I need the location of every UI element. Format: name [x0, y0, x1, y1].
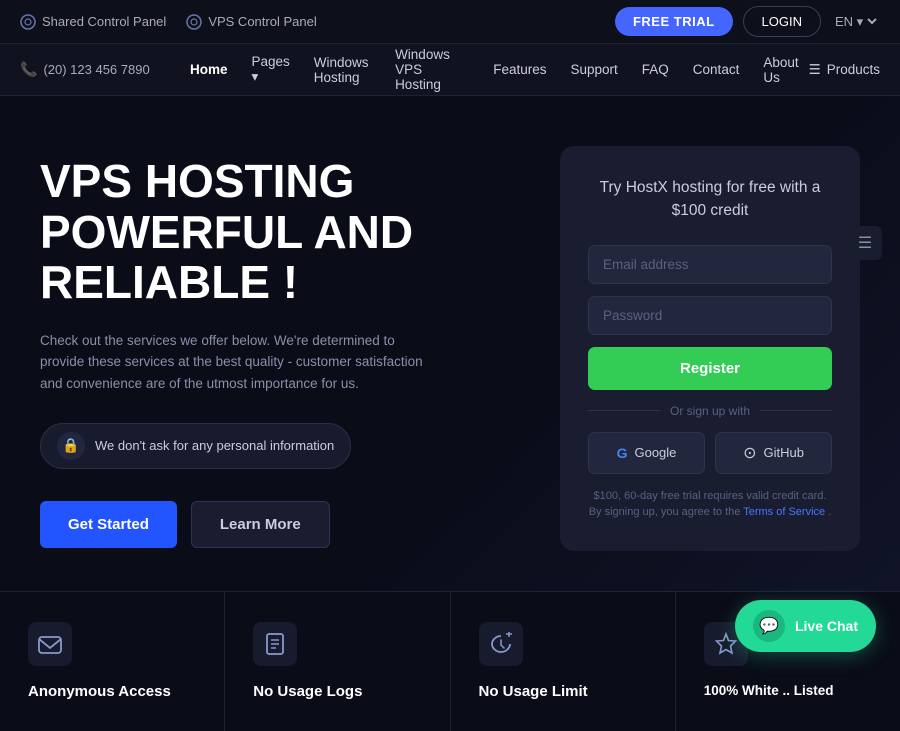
- shared-control-panel-link[interactable]: Shared Control Panel: [20, 14, 166, 30]
- hamburger-icon: ☰: [809, 62, 821, 78]
- free-trial-button[interactable]: FREE TRIAL: [615, 7, 733, 36]
- vps-control-panel-link[interactable]: VPS Control Panel: [186, 14, 316, 30]
- divider-text: Or sign up with: [670, 404, 750, 418]
- email-input[interactable]: [588, 245, 832, 284]
- anonymous-title: Anonymous Access: [28, 682, 196, 702]
- hero-left: VPS HOSTING POWERFUL AND RELIABLE ! Chec…: [40, 156, 560, 548]
- feature-no-limit: No Usage Limit: [451, 592, 676, 731]
- menu-dots-icon: ☰: [858, 233, 872, 253]
- hero-buttons: Get Started Learn More: [40, 501, 530, 548]
- sidebar-toggle[interactable]: ☰: [848, 226, 882, 260]
- nav-features[interactable]: Features: [483, 54, 556, 85]
- nav-contact[interactable]: Contact: [683, 54, 750, 85]
- nav-about-us[interactable]: About Us: [753, 47, 808, 93]
- vps-panel-icon: [186, 14, 202, 30]
- nav-windows-hosting[interactable]: Windows Hosting: [304, 47, 381, 93]
- login-button[interactable]: LOGIN: [743, 6, 821, 37]
- panel-links: Shared Control Panel VPS Control Panel: [20, 14, 317, 30]
- hero-title-line3: RELIABLE !: [40, 257, 530, 308]
- feature-no-logs: No Usage Logs: [225, 592, 450, 731]
- form-card-title: Try HostX hosting for free with a $100 c…: [588, 176, 832, 223]
- no-logs-icon: [253, 622, 297, 666]
- hero-section: VPS HOSTING POWERFUL AND RELIABLE ! Chec…: [0, 96, 900, 591]
- github-icon: ⊙: [743, 443, 756, 463]
- top-bar-actions: FREE TRIAL LOGIN EN ▾: [615, 6, 880, 37]
- shared-panel-label: Shared Control Panel: [42, 14, 166, 29]
- form-disclaimer: $100, 60-day free trial requires valid c…: [588, 488, 832, 521]
- no-limit-title: No Usage Limit: [479, 682, 647, 702]
- hero-title-line1: VPS HOSTING: [40, 156, 530, 207]
- github-signup-button[interactable]: ⊙ GitHub: [715, 432, 832, 474]
- tos-link[interactable]: Terms of Service: [743, 506, 825, 518]
- hero-description: Check out the services we offer below. W…: [40, 330, 440, 395]
- no-logs-title: No Usage Logs: [253, 682, 421, 702]
- password-input[interactable]: [588, 296, 832, 335]
- register-button[interactable]: Register: [588, 347, 832, 390]
- shared-panel-icon: [20, 14, 36, 30]
- hero-badge: 🔒 We don't ask for any personal informat…: [40, 423, 351, 469]
- nav-pages[interactable]: Pages ▾: [242, 46, 300, 93]
- live-chat-icon: 💬: [753, 610, 785, 642]
- white-listed-title: 100% White .. Listed: [704, 682, 872, 700]
- shield-icon: 🔒: [57, 432, 85, 460]
- nav-faq[interactable]: FAQ: [632, 54, 679, 85]
- google-signup-button[interactable]: G Google: [588, 432, 705, 474]
- nav-products[interactable]: ☰ Products: [809, 62, 880, 78]
- phone-icon: 📞: [20, 61, 37, 78]
- no-limit-icon: [479, 622, 523, 666]
- phone-text: (20) 123 456 7890: [43, 62, 149, 77]
- hero-title-line2: POWERFUL AND: [40, 207, 530, 258]
- anonymous-icon: [28, 622, 72, 666]
- google-label: Google: [634, 445, 676, 460]
- live-chat-label: Live Chat: [795, 618, 858, 634]
- learn-more-button[interactable]: Learn More: [191, 501, 330, 548]
- signup-divider: Or sign up with: [588, 404, 832, 418]
- google-icon: G: [617, 445, 628, 461]
- nav-support[interactable]: Support: [560, 54, 627, 85]
- nav-home[interactable]: Home: [180, 54, 238, 85]
- hero-badge-text: We don't ask for any personal informatio…: [95, 438, 334, 453]
- products-label: Products: [827, 62, 880, 77]
- social-buttons: G Google ⊙ GitHub: [588, 432, 832, 474]
- navbar: 📞 (20) 123 456 7890 Home Pages ▾ Windows…: [0, 44, 900, 96]
- top-bar: Shared Control Panel VPS Control Panel F…: [0, 0, 900, 44]
- nav-windows-vps-hosting[interactable]: Windows VPS Hosting: [385, 39, 479, 100]
- vps-panel-label: VPS Control Panel: [208, 14, 316, 29]
- hero-title: VPS HOSTING POWERFUL AND RELIABLE !: [40, 156, 530, 308]
- phone-number: 📞 (20) 123 456 7890: [20, 61, 180, 78]
- nav-links: Home Pages ▾ Windows Hosting Windows VPS…: [180, 39, 809, 100]
- tos-suffix: .: [828, 506, 831, 518]
- github-label: GitHub: [763, 445, 803, 460]
- get-started-button[interactable]: Get Started: [40, 501, 177, 548]
- language-select[interactable]: EN ▾: [831, 13, 880, 30]
- live-chat-widget[interactable]: 💬 Live Chat: [735, 600, 876, 652]
- signup-form-card: Try HostX hosting for free with a $100 c…: [560, 146, 860, 551]
- feature-anonymous: Anonymous Access: [0, 592, 225, 731]
